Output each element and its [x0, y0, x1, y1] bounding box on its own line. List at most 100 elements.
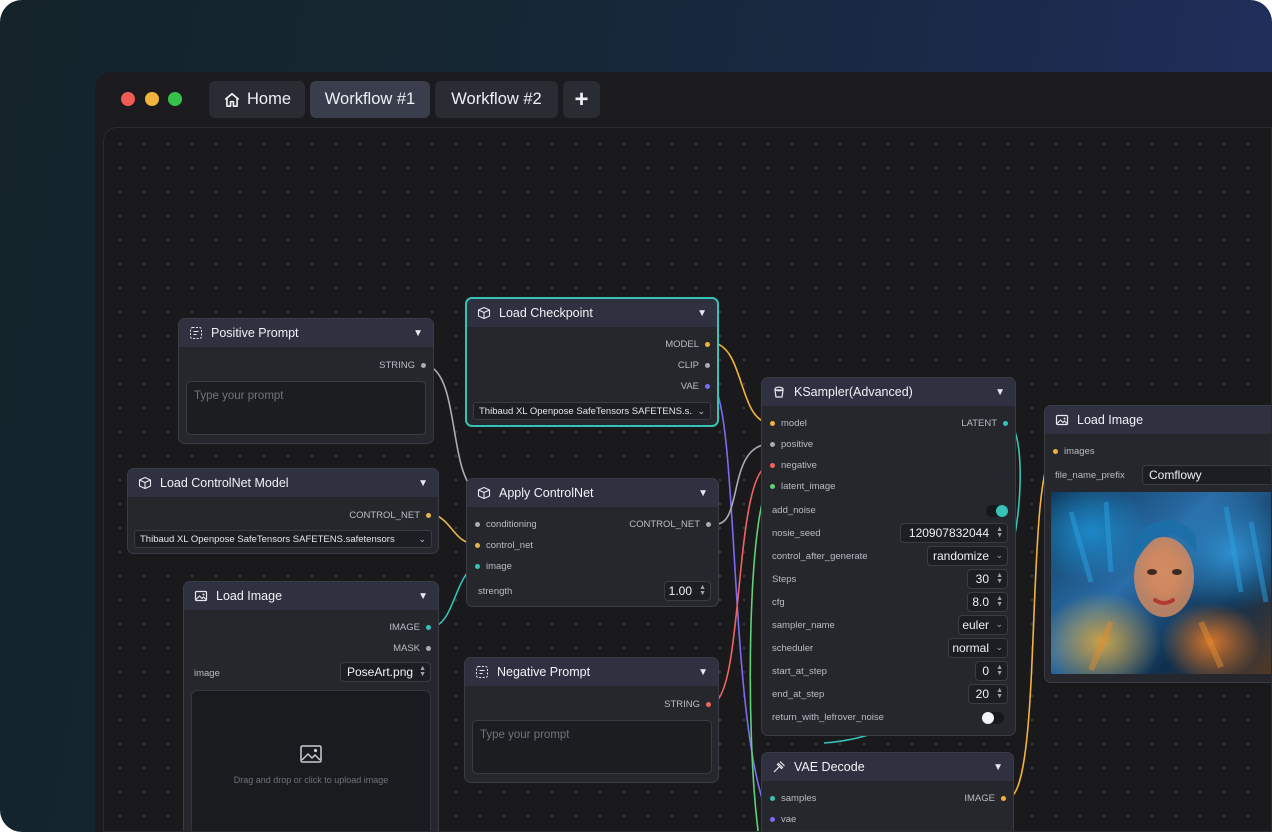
- output-image[interactable]: IMAGE: [964, 791, 1006, 805]
- collapse-caret-icon[interactable]: ▼: [995, 387, 1005, 398]
- positive-prompt-header[interactable]: Positive Prompt ▼: [179, 319, 433, 347]
- port-dot[interactable]: [421, 362, 426, 368]
- load-controlnet-node[interactable]: Load ControlNet Model ▼ CONTROL_NET Thib…: [127, 468, 439, 554]
- load-image-header[interactable]: Load Image ▼: [184, 582, 438, 610]
- controlnet-model-select[interactable]: Thibaud XL Openpose SafeTensors SAFETENS…: [134, 530, 432, 548]
- tab-workflow-1[interactable]: Workflow #1: [310, 81, 430, 118]
- port-dot[interactable]: [1001, 795, 1006, 801]
- output-control-net[interactable]: CONTROL_NET: [629, 517, 711, 531]
- negative-prompt-node[interactable]: Negative Prompt ▼ STRING Type your promp…: [464, 657, 719, 783]
- new-tab-button[interactable]: +: [563, 81, 600, 118]
- close-window-button[interactable]: [121, 92, 135, 106]
- start-at-step-input[interactable]: 0 ▲ ▼: [975, 661, 1008, 681]
- input-negative[interactable]: negative: [770, 458, 817, 472]
- input-control-net[interactable]: control_net: [475, 538, 533, 552]
- collapse-caret-icon[interactable]: ▼: [413, 328, 423, 339]
- stepper-icon[interactable]: ▲ ▼: [419, 665, 426, 678]
- negative-prompt-input[interactable]: Type your prompt: [472, 720, 712, 774]
- output-latent[interactable]: LATENT: [961, 416, 1008, 430]
- generated-image-preview[interactable]: [1051, 492, 1271, 674]
- stepper-icon[interactable]: ▲ ▼: [996, 687, 1003, 700]
- input-conditioning[interactable]: conditioning: [475, 517, 537, 531]
- output-mask[interactable]: MASK: [393, 641, 431, 655]
- output-string[interactable]: STRING: [664, 697, 711, 711]
- port-dot[interactable]: [706, 701, 711, 707]
- negative-prompt-header[interactable]: Negative Prompt ▼: [465, 658, 718, 686]
- port-dot[interactable]: [475, 542, 480, 548]
- add-noise-toggle[interactable]: [986, 505, 1008, 517]
- port-dot[interactable]: [770, 462, 775, 468]
- port-dot[interactable]: [475, 563, 480, 569]
- workflow-canvas[interactable]: Positive Prompt ▼ STRING Type your promp…: [103, 127, 1272, 832]
- load-controlnet-header[interactable]: Load ControlNet Model ▼: [128, 469, 438, 497]
- collapse-caret-icon[interactable]: ▼: [418, 591, 428, 602]
- stepper-icon[interactable]: ▲ ▼: [996, 572, 1003, 585]
- stepper-icon[interactable]: ▲ ▼: [996, 526, 1003, 539]
- ksampler-node[interactable]: KSampler(Advanced) ▼ model positive nega…: [761, 377, 1016, 736]
- return-noise-toggle[interactable]: [982, 712, 1004, 724]
- control-after-generate-select[interactable]: randomize ⌄: [927, 546, 1008, 566]
- load-checkpoint-header[interactable]: Load Checkpoint ▼: [467, 299, 717, 327]
- save-image-node[interactable]: Load Image images file_name_prefix Comfl…: [1044, 405, 1271, 683]
- output-string[interactable]: STRING: [379, 358, 426, 372]
- input-latent-image[interactable]: latent_image: [770, 479, 835, 493]
- port-dot[interactable]: [426, 645, 431, 651]
- input-positive[interactable]: positive: [770, 437, 813, 451]
- cfg-input[interactable]: 8.0 ▲ ▼: [967, 592, 1008, 612]
- tab-home[interactable]: Home: [209, 81, 305, 118]
- image-file-select[interactable]: PoseArt.png ▲ ▼: [340, 662, 431, 682]
- maximize-window-button[interactable]: [168, 92, 182, 106]
- save-image-header[interactable]: Load Image: [1045, 406, 1271, 434]
- end-at-step-input[interactable]: 20 ▲ ▼: [968, 684, 1008, 704]
- apply-controlnet-node[interactable]: Apply ControlNet ▼ conditioning control_…: [466, 478, 719, 607]
- collapse-caret-icon[interactable]: ▼: [697, 308, 707, 319]
- input-image[interactable]: image: [475, 559, 512, 573]
- output-model[interactable]: MODEL: [665, 337, 710, 351]
- port-dot[interactable]: [770, 816, 775, 822]
- load-image-node[interactable]: Load Image ▼ IMAGE MASK image PoseArt.pn…: [183, 581, 439, 831]
- port-dot[interactable]: [1053, 448, 1058, 454]
- collapse-caret-icon[interactable]: ▼: [418, 478, 428, 489]
- checkpoint-select[interactable]: Thibaud XL Openpose SafeTensors SAFETENS…: [473, 402, 711, 420]
- collapse-caret-icon[interactable]: ▼: [993, 762, 1003, 773]
- output-control-net[interactable]: CONTROL_NET: [349, 508, 431, 522]
- port-dot[interactable]: [426, 624, 431, 630]
- apply-controlnet-header[interactable]: Apply ControlNet ▼: [467, 479, 718, 507]
- load-checkpoint-node[interactable]: Load Checkpoint ▼ MODEL CLIP VAE Thibaud…: [465, 297, 719, 427]
- output-image[interactable]: IMAGE: [389, 620, 431, 634]
- sampler-name-select[interactable]: euler ⌄: [958, 615, 1008, 635]
- port-dot[interactable]: [705, 341, 710, 347]
- output-clip[interactable]: CLIP: [678, 358, 710, 372]
- input-samples[interactable]: samples: [770, 791, 816, 805]
- port-dot[interactable]: [1003, 420, 1008, 426]
- input-model[interactable]: model: [770, 416, 807, 430]
- port-dot[interactable]: [475, 521, 480, 527]
- port-dot[interactable]: [770, 483, 775, 489]
- port-dot[interactable]: [705, 383, 710, 389]
- output-vae[interactable]: VAE: [681, 379, 710, 393]
- ksampler-header[interactable]: KSampler(Advanced) ▼: [762, 378, 1015, 406]
- minimize-window-button[interactable]: [145, 92, 159, 106]
- port-dot[interactable]: [426, 512, 431, 518]
- tab-workflow-2[interactable]: Workflow #2: [435, 81, 558, 118]
- noise-seed-input[interactable]: 120907832044 ▲ ▼: [900, 523, 1008, 543]
- file-name-prefix-input[interactable]: Comflowy: [1142, 465, 1271, 485]
- collapse-caret-icon[interactable]: ▼: [698, 667, 708, 678]
- port-dot[interactable]: [706, 521, 711, 527]
- port-dot[interactable]: [705, 362, 710, 368]
- positive-prompt-node[interactable]: Positive Prompt ▼ STRING Type your promp…: [178, 318, 434, 444]
- positive-prompt-input[interactable]: Type your prompt: [186, 381, 426, 435]
- port-dot[interactable]: [770, 795, 775, 801]
- collapse-caret-icon[interactable]: ▼: [698, 488, 708, 499]
- vae-decode-header[interactable]: VAE Decode ▼: [762, 753, 1013, 781]
- stepper-icon[interactable]: ▲ ▼: [699, 584, 706, 597]
- stepper-icon[interactable]: ▲ ▼: [996, 664, 1003, 677]
- scheduler-select[interactable]: normal ⌄: [948, 638, 1008, 658]
- input-images[interactable]: images: [1053, 444, 1095, 458]
- steps-input[interactable]: 30 ▲ ▼: [967, 569, 1008, 589]
- stepper-icon[interactable]: ▲ ▼: [996, 595, 1003, 608]
- port-dot[interactable]: [770, 420, 775, 426]
- port-dot[interactable]: [770, 441, 775, 447]
- image-dropzone[interactable]: Drag and drop or click to upload image: [191, 690, 431, 831]
- strength-input[interactable]: 1.00 ▲ ▼: [664, 581, 711, 601]
